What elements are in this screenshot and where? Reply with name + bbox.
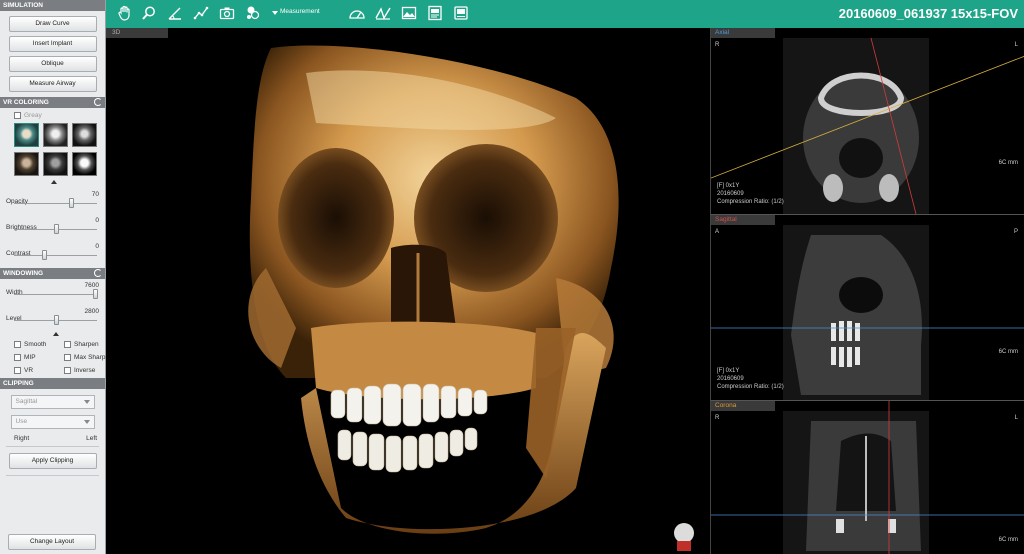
color-preset-1[interactable] bbox=[14, 123, 39, 147]
insert-implant-button[interactable]: Insert Implant bbox=[8, 36, 97, 52]
skull-render[interactable] bbox=[106, 28, 708, 554]
orientation-head-icon bbox=[674, 523, 694, 551]
measurement-dropdown[interactable]: Measurement bbox=[280, 8, 320, 15]
vr-checkbox[interactable]: VR bbox=[14, 367, 64, 374]
slider-thumb[interactable] bbox=[93, 289, 98, 299]
sidebar: SIMULATION Draw Curve Insert Implant Obl… bbox=[0, 0, 111, 554]
angle-icon[interactable] bbox=[166, 4, 184, 22]
toolbar: Measurement 20160609_061937 15x15-FOV bbox=[106, 0, 1024, 28]
draw-curve-button[interactable]: Draw Curve bbox=[8, 16, 97, 32]
chevron-down-icon bbox=[83, 420, 90, 424]
up-arrow-icon bbox=[51, 180, 57, 184]
vr-slider-contrast[interactable]: Contrast 0 bbox=[0, 240, 105, 266]
coronal-pane[interactable]: Corona R L 6C mm bbox=[710, 400, 1024, 554]
sagittal-pane[interactable]: Sagittal A P [F] 0x1Y 20160609 Compressi… bbox=[710, 214, 1024, 400]
slider-thumb[interactable] bbox=[53, 315, 59, 325]
clip-use-select[interactable]: Use bbox=[10, 415, 95, 429]
export-icon[interactable] bbox=[452, 4, 470, 22]
mip-checkbox[interactable]: MIP bbox=[14, 354, 64, 361]
zoom-icon[interactable] bbox=[140, 4, 158, 22]
windowing-header: WINDOWING bbox=[0, 268, 105, 279]
measure-airway-button[interactable]: Measure Airway bbox=[8, 76, 97, 92]
slider-track[interactable] bbox=[14, 255, 97, 256]
hand-icon[interactable] bbox=[116, 4, 134, 22]
vr-slider-opacity[interactable]: Opacity 70 bbox=[0, 188, 105, 214]
slider-track[interactable] bbox=[14, 294, 97, 295]
checkbox-box[interactable] bbox=[14, 112, 21, 119]
refresh-icon[interactable] bbox=[94, 269, 102, 277]
report-icon[interactable] bbox=[426, 4, 444, 22]
slider-thumb[interactable] bbox=[53, 224, 59, 234]
image-icon[interactable] bbox=[400, 4, 418, 22]
windowing-slider-width[interactable]: Width 7600 bbox=[0, 279, 105, 305]
change-layout-button[interactable]: Change Layout bbox=[8, 534, 96, 550]
up-arrow-icon bbox=[53, 332, 59, 336]
simulation-header: SIMULATION bbox=[0, 0, 105, 11]
slider-thumb[interactable] bbox=[69, 198, 75, 208]
coronal-slice[interactable] bbox=[711, 401, 1024, 554]
color-preset-4[interactable] bbox=[14, 152, 39, 176]
polyline-icon[interactable] bbox=[192, 4, 210, 22]
smooth-checkbox[interactable]: Smooth bbox=[14, 341, 64, 348]
color-preset-3[interactable] bbox=[72, 123, 97, 147]
slider-thumb[interactable] bbox=[41, 250, 47, 260]
protractor-icon[interactable] bbox=[348, 4, 366, 22]
app-window: SIMULATION Draw Curve Insert Implant Obl… bbox=[0, 0, 1024, 554]
slider-track[interactable] bbox=[14, 203, 97, 204]
slider-value: 0 bbox=[95, 243, 99, 250]
clipping-header: CLIPPING bbox=[0, 378, 105, 389]
color-preset-2[interactable] bbox=[43, 123, 68, 147]
axial-info: [F] 0x1Y 20160609 Compression Ratio: (1/… bbox=[717, 183, 784, 205]
color-preset-5[interactable] bbox=[43, 152, 68, 176]
angle-measure-icon[interactable] bbox=[374, 4, 392, 22]
slider-value: 7600 bbox=[84, 282, 99, 289]
paint-icon[interactable] bbox=[244, 4, 262, 22]
clip-direction: Right Left bbox=[14, 435, 97, 442]
windowing-options: Smooth Sharpen MIP Max Sharp... VR Inver… bbox=[0, 339, 111, 378]
apply-clipping-button[interactable]: Apply Clipping bbox=[8, 453, 97, 469]
color-preset-6[interactable] bbox=[72, 152, 97, 176]
color-presets bbox=[0, 121, 105, 178]
chevron-down-icon[interactable] bbox=[272, 11, 278, 15]
refresh-icon[interactable] bbox=[94, 98, 102, 106]
grey-checkbox[interactable]: Greay bbox=[0, 108, 105, 121]
windowing-slider-level[interactable]: Level 2800 bbox=[0, 305, 105, 331]
vr-slider-brightness[interactable]: Brightness 0 bbox=[0, 214, 105, 240]
slider-value: 70 bbox=[91, 191, 99, 198]
camera-icon[interactable] bbox=[218, 4, 236, 22]
vr-coloring-header: VR COLORING bbox=[0, 97, 105, 108]
clip-plane-select[interactable]: Sagittal bbox=[10, 395, 95, 409]
viewport-3d[interactable]: 3D bbox=[106, 28, 708, 554]
slider-value: 0 bbox=[95, 217, 99, 224]
axial-pane[interactable]: Axial R L [F] 0x1Y 20160609 Compression … bbox=[710, 28, 1024, 214]
chevron-down-icon bbox=[83, 400, 90, 404]
oblique-button[interactable]: Oblique bbox=[8, 56, 97, 72]
study-title: 20160609_061937 15x15-FOV bbox=[838, 6, 1018, 21]
slider-value: 2800 bbox=[84, 308, 99, 315]
sagittal-info: [F] 0x1Y 20160609 Compression Ratio: (1/… bbox=[717, 368, 784, 390]
